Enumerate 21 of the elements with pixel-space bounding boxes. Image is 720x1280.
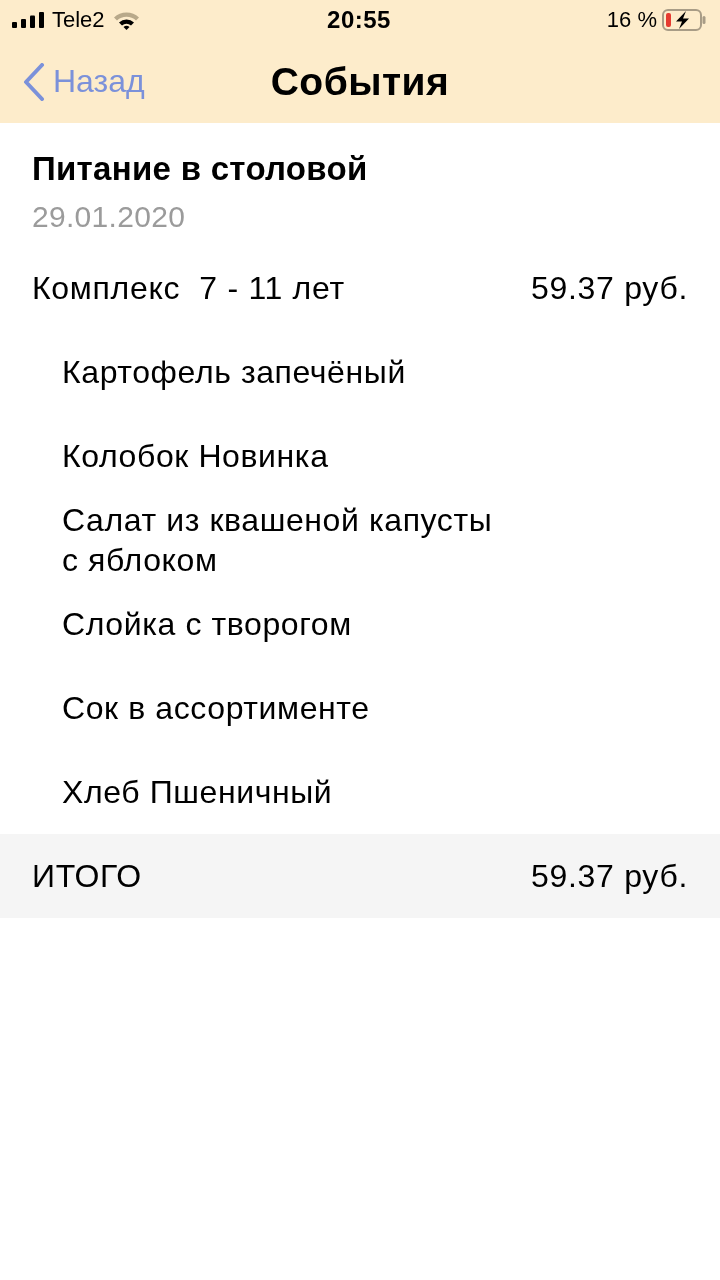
wifi-icon — [112, 10, 140, 30]
status-time: 20:55 — [327, 6, 391, 34]
screen-title: События — [270, 59, 450, 104]
chevron-left-icon — [22, 62, 45, 101]
carrier-name: Tele2 — [52, 7, 105, 33]
dish-name: Колобок Новинка — [62, 437, 329, 476]
total-amount: 59.37 руб. — [531, 857, 688, 895]
dish-name: Сок в ассортименте — [62, 689, 370, 728]
dish-name: Картофель запечёный — [62, 353, 406, 392]
battery-charging-icon — [662, 9, 706, 31]
dish-name: Салат из квашеной капусты с яблоком — [62, 501, 494, 580]
battery-percent: 16 % — [606, 7, 657, 33]
meal-name: Комплекс 7 - 11 лет — [32, 269, 345, 307]
dish-name: Хлеб Пшеничный — [62, 773, 333, 812]
event-date: 29.01.2020 — [31, 199, 187, 235]
total-label: ИТОГО — [32, 857, 142, 895]
dish-name: Слойка с творогом — [62, 605, 352, 644]
meal-price: 59.37 руб. — [531, 269, 688, 307]
back-button[interactable]: Назад — [0, 51, 145, 112]
event-title: Питание в столовой — [31, 150, 369, 188]
signal-icon — [12, 12, 44, 28]
